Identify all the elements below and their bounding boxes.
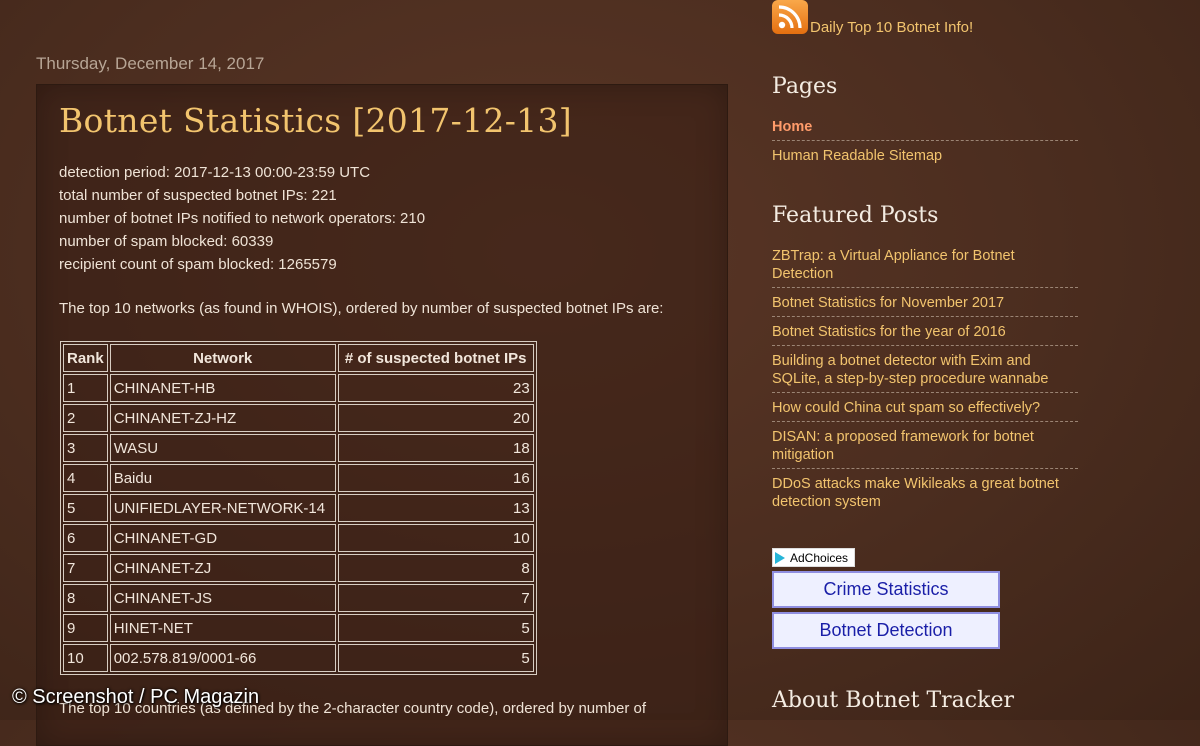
featured-post-link[interactable]: ZBTrap: a Virtual Appliance for Botnet D… — [772, 241, 1078, 288]
header-count: # of suspected botnet IPs — [337, 344, 534, 372]
cell-count: 16 — [337, 464, 534, 492]
header-rank: Rank — [63, 344, 108, 372]
adchoices-label: AdChoices — [790, 550, 849, 565]
table-row: 6 CHINANET-GD 10 — [63, 524, 534, 552]
cell-rank: 1 — [63, 374, 108, 402]
cell-rank: 8 — [63, 584, 108, 612]
sidebar-page-link[interactable]: Human Readable Sitemap — [772, 141, 1078, 169]
table-header-row: Rank Network # of suspected botnet IPs — [63, 344, 534, 372]
about-heading: About Botnet Tracker — [772, 688, 1014, 713]
featured-heading: Featured Posts — [772, 203, 939, 228]
cell-count: 20 — [337, 404, 534, 432]
featured-post-link[interactable]: Building a botnet detector with Exim and… — [772, 346, 1078, 393]
table-row: 1 CHINANET-HB 23 — [63, 374, 534, 402]
featured-post-link[interactable]: Botnet Statistics for November 2017 — [772, 288, 1078, 317]
post-date: Thursday, December 14, 2017 — [36, 54, 265, 73]
featured-post-link[interactable]: How could China cut spam so effectively? — [772, 393, 1078, 422]
watermark: © Screenshot / PC Magazin — [12, 686, 260, 708]
stat-notified-ips: number of botnet IPs notified to network… — [59, 210, 426, 227]
rss-link[interactable]: Daily Top 10 Botnet Info! — [810, 19, 973, 36]
featured-posts-list: ZBTrap: a Virtual Appliance for Botnet D… — [772, 241, 1078, 515]
networks-table: Rank Network # of suspected botnet IPs 1… — [60, 341, 537, 675]
rss-feed-icon[interactable] — [772, 0, 808, 34]
cell-rank: 3 — [63, 434, 108, 462]
cell-network: WASU — [109, 434, 336, 462]
cell-count: 7 — [337, 584, 534, 612]
cell-count: 10 — [337, 524, 534, 552]
stat-detection-period: detection period: 2017-12-13 00:00-23:59… — [59, 164, 371, 181]
cell-rank: 10 — [63, 644, 108, 672]
cell-count: 5 — [337, 644, 534, 672]
table-row: 2 CHINANET-ZJ-HZ 20 — [63, 404, 534, 432]
stat-total-ips: total number of suspected botnet IPs: 22… — [59, 187, 337, 204]
featured-post-link[interactable]: Botnet Statistics for the year of 2016 — [772, 317, 1078, 346]
cell-network: UNIFIEDLAYER-NETWORK-14 — [109, 494, 336, 522]
cell-rank: 9 — [63, 614, 108, 642]
cell-rank: 5 — [63, 494, 108, 522]
featured-post-link[interactable]: DISAN: a proposed framework for botnet m… — [772, 422, 1078, 469]
adchoices-badge[interactable]: AdChoices — [772, 548, 856, 567]
table-row: 4 Baidu 16 — [63, 464, 534, 492]
table-row: 3 WASU 18 — [63, 434, 534, 462]
cell-count: 23 — [337, 374, 534, 402]
cell-network: CHINANET-HB — [109, 374, 336, 402]
cell-rank: 7 — [63, 554, 108, 582]
cell-count: 5 — [337, 614, 534, 642]
ad-button-crime-statistics[interactable]: Crime Statistics — [772, 571, 1000, 608]
cell-rank: 2 — [63, 404, 108, 432]
cell-network: CHINANET-JS — [109, 584, 336, 612]
table-row: 7 CHINANET-ZJ 8 — [63, 554, 534, 582]
cell-rank: 4 — [63, 464, 108, 492]
cell-network: Baidu — [109, 464, 336, 492]
adchoices-icon — [775, 551, 785, 564]
featured-post-link[interactable]: DDoS attacks make Wikileaks a great botn… — [772, 469, 1078, 515]
pages-list: Home Human Readable Sitemap — [772, 112, 1078, 169]
cell-count: 8 — [337, 554, 534, 582]
post-stats: detection period: 2017-12-13 00:00-23:59… — [59, 161, 425, 276]
stat-recipient-count: recipient count of spam blocked: 1265579 — [59, 256, 337, 273]
table-row: 10 002.578.819/0001-66 5 — [63, 644, 534, 672]
blog-post: Botnet Statistics [2017-12-13] detection… — [36, 84, 728, 746]
rss-subscribe[interactable]: Daily Top 10 Botnet Info! — [772, 0, 973, 36]
header-network: Network — [109, 344, 336, 372]
cell-count: 18 — [337, 434, 534, 462]
networks-intro: The top 10 networks (as found in WHOIS),… — [59, 300, 664, 317]
cell-rank: 6 — [63, 524, 108, 552]
cell-network: HINET-NET — [109, 614, 336, 642]
cell-network: 002.578.819/0001-66 — [109, 644, 336, 672]
stat-spam-blocked: number of spam blocked: 60339 — [59, 233, 274, 250]
table-row: 5 UNIFIEDLAYER-NETWORK-14 13 — [63, 494, 534, 522]
cell-network: CHINANET-GD — [109, 524, 336, 552]
post-title[interactable]: Botnet Statistics [2017-12-13] — [59, 101, 572, 140]
pages-heading: Pages — [772, 74, 838, 99]
cell-count: 13 — [337, 494, 534, 522]
table-row: 9 HINET-NET 5 — [63, 614, 534, 642]
sidebar-page-link[interactable]: Home — [772, 112, 1078, 141]
table-row: 8 CHINANET-JS 7 — [63, 584, 534, 612]
cell-network: CHINANET-ZJ-HZ — [109, 404, 336, 432]
ad-button-botnet-detection[interactable]: Botnet Detection — [772, 612, 1000, 649]
cell-network: CHINANET-ZJ — [109, 554, 336, 582]
